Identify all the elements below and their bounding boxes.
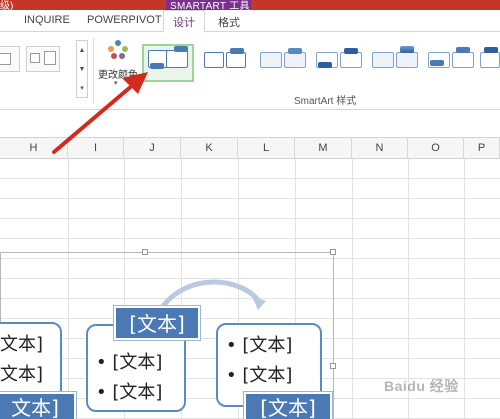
smartart-style-6[interactable]	[426, 44, 478, 82]
column-header-m[interactable]: M	[295, 138, 352, 159]
gallery-more-icon[interactable]: ▾	[77, 79, 87, 98]
bullet-text[interactable]: • [文本]	[96, 378, 162, 404]
tab-design[interactable]: 设计	[163, 10, 205, 33]
column-header-n[interactable]: N	[352, 138, 408, 159]
resize-handle[interactable]	[142, 249, 148, 255]
resize-handle[interactable]	[330, 363, 336, 369]
layout-thumbnail[interactable]	[0, 46, 20, 72]
smartart-tools-context-tab[interactable]: SMARTART 工具	[166, 0, 251, 12]
bullet-text[interactable]: 文本]	[0, 330, 43, 356]
gridline	[352, 159, 353, 419]
scroll-up-icon[interactable]: ▲	[77, 41, 87, 60]
change-colors-button[interactable]: 更改颜色 ▾	[97, 36, 139, 96]
column-header-row: H I J K L M N O P	[0, 137, 500, 159]
layout-gallery-scroll[interactable]: ▲ ▼ ▾	[76, 40, 88, 98]
bullet-text-value: [文本]	[242, 335, 293, 356]
ribbon: ▲ ▼ ▾ 更改颜色 ▾ SmartArt 样式	[0, 32, 500, 110]
tab-powerpivot[interactable]: POWERPIVOT	[87, 14, 162, 26]
smartart-styles-group-label: SmartArt 样式	[294, 96, 357, 107]
smartart-title-shape-middle[interactable]: [文本]	[114, 306, 200, 340]
resize-handle[interactable]	[330, 249, 336, 255]
bullet-text-value: [文本]	[112, 352, 163, 373]
column-header-l[interactable]: L	[238, 138, 295, 159]
smartart-title-shape-left[interactable]: 文本]	[0, 392, 76, 419]
bullet-text-value: [文本]	[242, 365, 293, 386]
bullet-text[interactable]: • [文本]	[226, 361, 292, 387]
color-palette-icon	[105, 40, 131, 62]
baidu-jingyan-watermark: Baidu 经验	[354, 372, 500, 402]
smartart-style-4[interactable]	[314, 44, 366, 82]
smartart-title-shape-right[interactable]: [文本]	[244, 392, 332, 419]
smartart-style-7[interactable]	[478, 44, 500, 82]
layout-thumbnail[interactable]	[26, 46, 60, 72]
smartart-style-1[interactable]	[142, 44, 194, 82]
column-header-i[interactable]: I	[68, 138, 124, 159]
ribbon-tab-bar: INQUIRE POWERPIVOT 设计 格式	[0, 10, 500, 33]
column-header-p[interactable]: P	[464, 138, 500, 159]
chevron-down-icon: ▾	[114, 80, 118, 87]
column-header-h[interactable]: H	[0, 138, 68, 159]
bullet-text[interactable]: 文本]	[0, 360, 43, 386]
column-header-j[interactable]: J	[124, 138, 181, 159]
tab-inquire[interactable]: INQUIRE	[24, 14, 70, 26]
smartart-style-2[interactable]	[200, 44, 252, 82]
bullet-text[interactable]: • [文本]	[226, 331, 292, 357]
ribbon-separator	[93, 38, 94, 104]
smartart-style-3[interactable]	[258, 44, 310, 82]
bullet-text[interactable]: • [文本]	[96, 348, 162, 374]
change-colors-label: 更改颜色	[98, 70, 138, 81]
watermark-text: Baidu 经验	[384, 378, 459, 394]
bullet-text-value: [文本]	[112, 382, 163, 403]
tab-format[interactable]: 格式	[218, 14, 240, 30]
column-header-k[interactable]: K	[181, 138, 238, 159]
smartart-style-5[interactable]	[370, 44, 422, 82]
scroll-down-icon[interactable]: ▼	[77, 60, 87, 79]
column-header-o[interactable]: O	[408, 138, 464, 159]
